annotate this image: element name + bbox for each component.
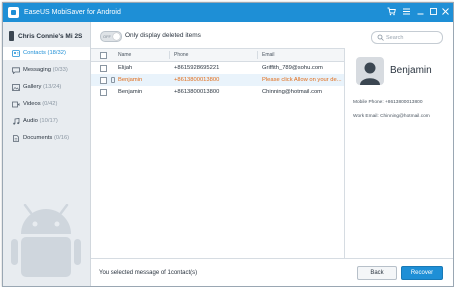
menu-icon[interactable] <box>401 7 412 18</box>
sidebar-item-documents[interactable]: Documents (0/16) <box>3 132 90 145</box>
table-row[interactable]: Benjamin +8613800013800 Please click All… <box>91 74 344 86</box>
back-button[interactable]: Back <box>357 266 397 280</box>
selection-status: You selected message of 1contact(s) <box>99 270 198 276</box>
toolbar: OFF Only display deleted items <box>91 22 453 48</box>
detail-work-email: Work Email: Chinning@hotmail.com <box>353 114 430 119</box>
audio-icon <box>13 118 20 125</box>
column-header-name: Name <box>118 52 132 58</box>
sidebar-item-label: Gallery <box>23 84 42 90</box>
contact-detail-panel: Benjamin Mobile Phone: +8613800013800 Wo… <box>345 48 453 258</box>
sidebar-item-label: Messaging <box>23 67 52 73</box>
contact-phone: +8613800013800 <box>174 89 220 95</box>
contact-name: Elijah <box>118 65 133 71</box>
window-title: EaseUS MobiSaver for Android <box>24 9 121 16</box>
contact-name: Benjamin <box>118 77 143 83</box>
cart-icon[interactable] <box>386 7 397 18</box>
row-checkbox[interactable] <box>100 65 107 72</box>
search-box[interactable] <box>371 31 443 44</box>
column-divider <box>169 51 170 59</box>
app-logo-icon <box>8 7 19 18</box>
table-header: Name Phone Email <box>91 48 344 62</box>
search-icon <box>377 34 384 41</box>
column-header-phone: Phone <box>174 52 189 58</box>
table-row[interactable]: Benjamin +8613800013800 Chinning@hotmail… <box>91 86 344 98</box>
sidebar-item-count: (0/42) <box>42 101 58 107</box>
app-window: EaseUS MobiSaver for Android Chris Conni… <box>2 2 454 287</box>
contact-email: Griffith_789@sohu.com <box>262 65 323 71</box>
search-input[interactable] <box>386 32 438 43</box>
sidebar-item-label: Videos <box>23 101 41 107</box>
minimize-icon[interactable] <box>415 7 426 18</box>
contact-phone: +8613800013800 <box>174 77 220 83</box>
sidebar-item-label: Contacts <box>23 50 46 56</box>
device-name: Chris Connie's Mi 2S <box>18 33 83 40</box>
android-robot-icon <box>11 204 81 277</box>
recover-button[interactable]: Recover <box>401 266 443 280</box>
select-all-checkbox[interactable] <box>100 52 107 59</box>
sidebar-item-gallery[interactable]: Gallery (13/24) <box>3 81 90 94</box>
detail-mobile-phone: Mobile Phone: +8613800013800 <box>353 100 423 105</box>
sidebar-item-audio[interactable]: Audio (10/17) <box>3 115 90 128</box>
contact-email: Please click Allow on your de... <box>262 77 342 83</box>
contacts-table: Name Phone Email Elijah +8615928695221 G… <box>91 48 345 258</box>
sidebar-item-count: (0/33) <box>52 67 68 73</box>
table-row[interactable]: Elijah +8615928695221 Griffith_789@sohu.… <box>91 62 344 74</box>
footer-bar: You selected message of 1contact(s) Back… <box>91 258 453 286</box>
detail-contact-name: Benjamin <box>390 65 432 76</box>
title-bar: EaseUS MobiSaver for Android <box>3 3 453 22</box>
avatar <box>356 57 384 85</box>
toggle-label: Only display deleted items <box>125 32 201 39</box>
close-icon[interactable] <box>440 7 451 18</box>
sidebar: Chris Connie's Mi 2S Contacts (18/32) Me… <box>3 22 91 286</box>
sidebar-item-count: (10/17) <box>39 118 58 124</box>
toggle-knob <box>113 33 120 40</box>
contact-email: Chinning@hotmail.com <box>262 89 323 95</box>
sidebar-item-videos[interactable]: Videos (0/42) <box>3 98 90 111</box>
contact-phone: +8615928695221 <box>174 65 220 71</box>
person-icon <box>360 62 380 85</box>
deleted-items-toggle[interactable]: OFF <box>100 31 122 42</box>
sidebar-item-label: Documents <box>23 135 53 141</box>
contacts-icon <box>12 50 20 57</box>
sidebar-item-messaging[interactable]: Messaging (0/33) <box>3 64 90 77</box>
column-header-email: Email <box>262 52 275 58</box>
column-divider <box>257 51 258 59</box>
row-checkbox[interactable] <box>100 77 107 84</box>
sidebar-item-count: (13/24) <box>43 84 62 90</box>
gallery-icon <box>12 84 20 91</box>
videos-icon <box>12 101 20 108</box>
sidebar-item-count: (18/32) <box>47 50 66 56</box>
maximize-icon[interactable] <box>428 7 439 18</box>
sidebar-item-count: (0/16) <box>53 135 70 141</box>
deleted-item-icon <box>111 77 115 83</box>
sidebar-item-contacts[interactable]: Contacts (18/32) <box>3 47 90 60</box>
device-header: Chris Connie's Mi 2S <box>3 30 90 44</box>
documents-icon <box>13 135 19 142</box>
row-checkbox[interactable] <box>100 89 107 96</box>
toggle-state-label: OFF <box>103 34 111 39</box>
main-panel: OFF Only display deleted items Name Phon… <box>91 22 453 286</box>
phone-icon <box>9 31 14 41</box>
contact-name: Benjamin <box>118 89 143 95</box>
sidebar-item-label: Audio <box>23 118 38 124</box>
messaging-icon <box>12 67 20 74</box>
